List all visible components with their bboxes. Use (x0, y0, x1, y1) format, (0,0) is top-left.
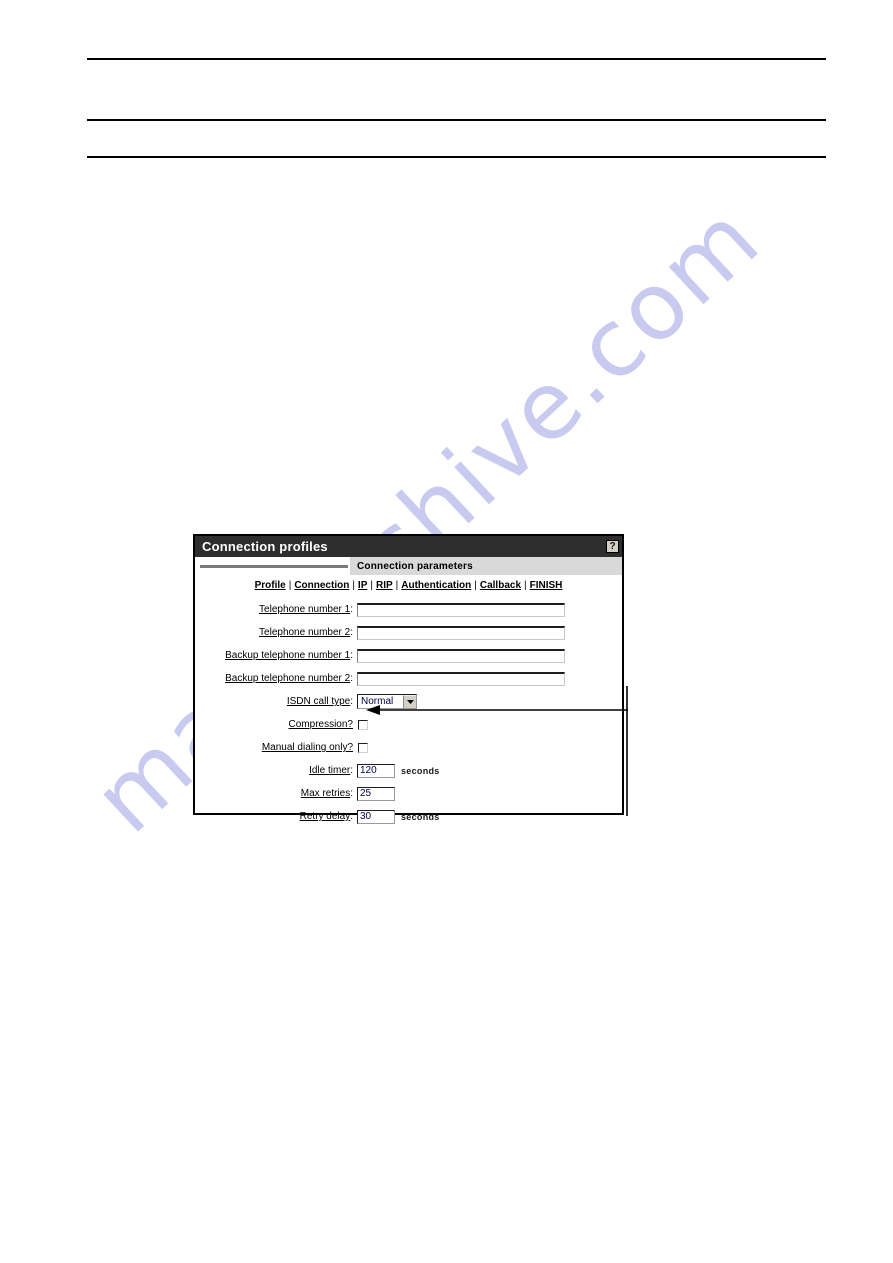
nav-separator: | (288, 579, 292, 591)
label-colon: : (350, 604, 353, 615)
max-retries-input[interactable]: 25 (357, 786, 395, 801)
compression-checkbox[interactable] (358, 719, 368, 730)
nav-separator: | (395, 579, 399, 591)
manual-dialing-only-checkbox[interactable] (358, 742, 368, 753)
nav-link-authentication[interactable]: Authentication (401, 580, 471, 591)
telephone-number-1-field-wrap (357, 602, 565, 617)
compression-label: Compression? (195, 719, 357, 730)
manual-dialing-only-field-wrap (357, 742, 368, 753)
field-row-max-retries: Max retries: 25 (195, 782, 622, 805)
label-colon: : (350, 765, 353, 776)
retry-delay-label: Retry delay: (195, 811, 357, 822)
backup-telephone-number-2-label-text[interactable]: Backup telephone number 2 (225, 673, 350, 684)
isdn-call-type-label: ISDN call type: (195, 696, 357, 707)
telephone-number-2-label: Telephone number 2: (195, 627, 357, 638)
retry-delay-label-text[interactable]: Retry delay (300, 811, 351, 822)
label-colon: : (350, 627, 353, 638)
isdn-call-type-select[interactable]: Normal (357, 694, 417, 709)
dialog-nav: Profile | Connection | IP | RIP | Authen… (195, 575, 622, 594)
field-row-isdn-call-type: ISDN call type: Normal (195, 690, 622, 713)
nav-separator: | (524, 579, 527, 591)
isdn-call-type-field-wrap: Normal (357, 694, 417, 709)
field-row-manual-dialing-only: Manual dialing only? (195, 736, 622, 759)
nav-separator: | (352, 579, 355, 591)
section-divider (200, 564, 348, 568)
telephone-number-2-label-text[interactable]: Telephone number 2 (259, 627, 350, 638)
retry-delay-input[interactable]: 30 (357, 809, 395, 824)
field-row-backup-telephone-number-2: Backup telephone number 2: (195, 667, 622, 690)
page-divider-top (87, 58, 826, 60)
max-retries-label: Max retries: (195, 788, 357, 799)
label-colon: : (350, 696, 353, 707)
compression-field-wrap (357, 719, 368, 730)
isdn-call-type-value: Normal (361, 696, 394, 707)
dialog-title: Connection profiles (202, 539, 328, 554)
telephone-number-1-input[interactable] (357, 602, 565, 617)
chevron-down-icon[interactable] (403, 695, 416, 708)
nav-separator: | (370, 579, 373, 591)
backup-telephone-number-2-input[interactable] (357, 671, 565, 686)
idle-timer-label: Idle timer: (195, 765, 357, 776)
telephone-number-1-label-text[interactable]: Telephone number 1 (259, 604, 350, 615)
section-rule-container (195, 564, 350, 568)
telephone-number-2-input[interactable] (357, 625, 565, 640)
manual-dialing-only-label: Manual dialing only? (195, 742, 357, 753)
page-divider-middle (87, 119, 826, 121)
nav-link-profile[interactable]: Profile (255, 580, 286, 591)
field-row-idle-timer: Idle timer: 120 seconds (195, 759, 622, 782)
section-title: Connection parameters (357, 560, 473, 572)
retry-delay-unit: seconds (401, 811, 440, 822)
field-row-retry-delay: Retry delay: 30 seconds (195, 805, 622, 828)
max-retries-field-wrap: 25 (357, 786, 401, 801)
connection-profiles-dialog: Connection profiles ? Connection paramet… (193, 534, 624, 824)
field-row-compression: Compression? (195, 713, 622, 736)
field-row-telephone-number-1: Telephone number 1: (195, 598, 622, 621)
backup-telephone-number-2-label: Backup telephone number 2: (195, 673, 357, 684)
idle-timer-field-wrap: 120 seconds (357, 763, 440, 778)
nav-link-rip[interactable]: RIP (376, 580, 393, 591)
nav-link-callback[interactable]: Callback (480, 580, 521, 591)
nav-link-ip[interactable]: IP (358, 580, 367, 591)
idle-timer-unit: seconds (401, 765, 440, 776)
telephone-number-2-field-wrap (357, 625, 565, 640)
help-icon[interactable]: ? (606, 540, 619, 553)
dialog-titlebar: Connection profiles ? (195, 536, 622, 557)
label-colon: : (350, 673, 353, 684)
backup-telephone-number-2-field-wrap (357, 671, 565, 686)
label-colon: : (350, 650, 353, 661)
connection-parameters-form: Telephone number 1: Telephone number 2: … (195, 594, 622, 828)
retry-delay-field-wrap: 30 seconds (357, 809, 440, 824)
nav-link-connection[interactable]: Connection (294, 580, 349, 591)
label-colon: : (350, 811, 353, 822)
section-title-band: Connection parameters (350, 557, 622, 575)
compression-label-text[interactable]: Compression? (289, 719, 353, 730)
section-header: Connection parameters (195, 557, 622, 575)
backup-telephone-number-1-label: Backup telephone number 1: (195, 650, 357, 661)
backup-telephone-number-1-input[interactable] (357, 648, 565, 663)
telephone-number-1-label: Telephone number 1: (195, 604, 357, 615)
idle-timer-input[interactable]: 120 (357, 763, 395, 778)
backup-telephone-number-1-label-text[interactable]: Backup telephone number 1 (225, 650, 350, 661)
idle-timer-label-text[interactable]: Idle timer (309, 765, 350, 776)
field-row-backup-telephone-number-1: Backup telephone number 1: (195, 644, 622, 667)
nav-link-finish[interactable]: FINISH (530, 580, 563, 591)
manual-dialing-only-label-text[interactable]: Manual dialing only? (262, 742, 353, 753)
label-colon: : (350, 788, 353, 799)
page-divider-bottom (87, 156, 826, 158)
nav-separator: | (474, 579, 477, 591)
max-retries-label-text[interactable]: Max retries (301, 788, 350, 799)
backup-telephone-number-1-field-wrap (357, 648, 565, 663)
isdn-call-type-label-text[interactable]: ISDN call type (287, 696, 350, 707)
field-row-telephone-number-2: Telephone number 2: (195, 621, 622, 644)
